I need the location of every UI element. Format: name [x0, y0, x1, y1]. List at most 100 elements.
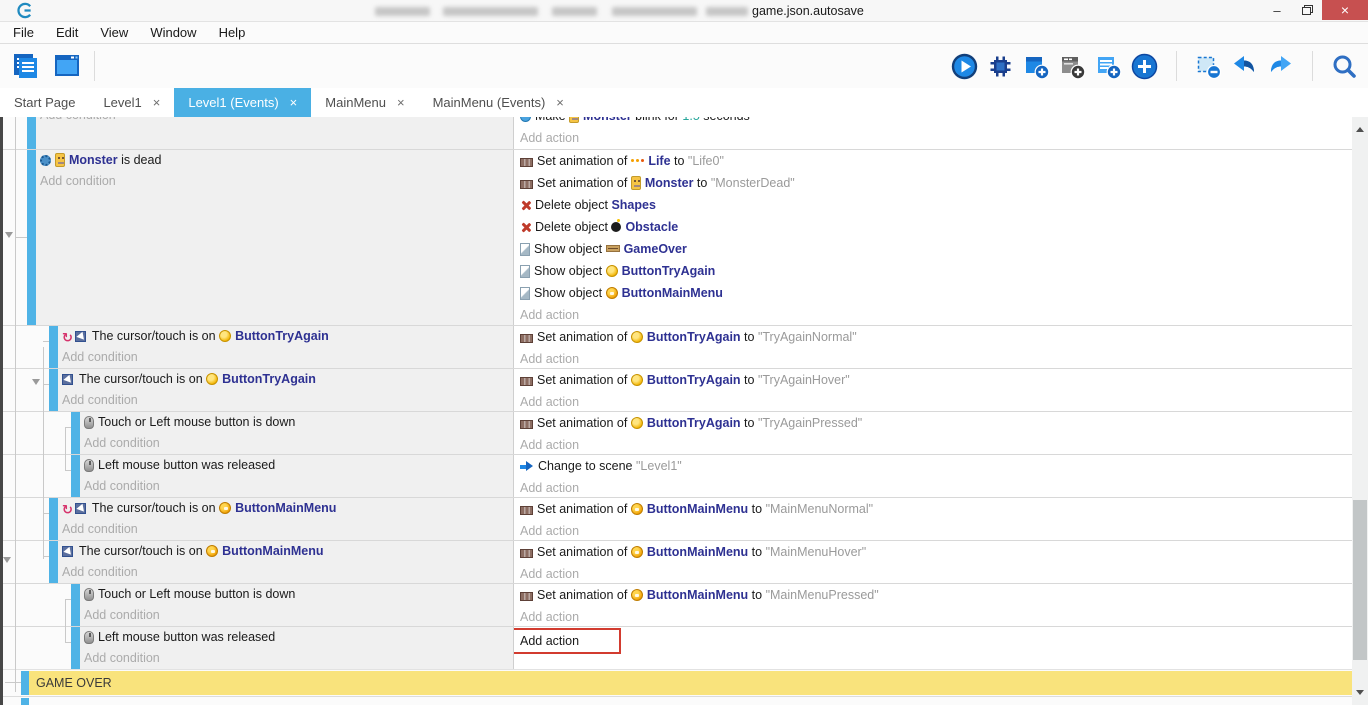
animation-icon — [520, 506, 533, 515]
add-condition-button[interactable]: Add condition — [84, 433, 513, 454]
actions-cell: Set animation of ButtonTryAgain to "TryA… — [514, 369, 1352, 411]
add-condition-button[interactable]: Add condition — [84, 476, 513, 497]
condition-row[interactable]: Touch or Left mouse button is down — [84, 584, 513, 605]
add-action-button[interactable]: Add action — [520, 563, 1352, 583]
add-action-button[interactable]: Add action — [520, 348, 1352, 368]
tab-level1[interactable]: Level1 × — [89, 88, 174, 117]
action-row[interactable]: Set animation of Monster to "MonsterDead… — [520, 172, 1352, 194]
tab-mainmenu-events[interactable]: MainMenu (Events) × — [419, 88, 578, 117]
string-literal: "TryAgainHover" — [758, 373, 850, 387]
condition-row[interactable]: The cursor/touch is on ButtonMainMenu — [62, 541, 513, 562]
object-name: Obstacle — [625, 220, 678, 234]
undo-icon[interactable] — [1231, 53, 1258, 80]
add-action-button[interactable]: Add action — [520, 520, 1352, 540]
text: Show object — [534, 242, 606, 256]
text: The cursor/touch is on — [92, 329, 219, 343]
condition-row[interactable]: Left mouse button was released — [84, 627, 513, 648]
toolbar-separator — [1176, 51, 1177, 81]
add-condition-button[interactable]: Add condition — [62, 562, 513, 583]
add-action-button[interactable]: Add action — [520, 606, 1352, 626]
comment-row[interactable]: GAME OVER — [3, 669, 1352, 696]
title-bar: game.json.autosave – × — [0, 0, 1368, 22]
condition-row[interactable]: Monster is dead — [40, 150, 513, 171]
event-row: Monster is deadAdd condition Set animatio… — [3, 149, 1352, 325]
action-row[interactable]: Set animation of ButtonMainMenu to "Main… — [520, 584, 1352, 606]
action-row[interactable]: Set animation of ButtonTryAgain to "TryA… — [520, 326, 1352, 348]
minimize-button[interactable]: – — [1262, 0, 1292, 20]
conditions-cell: Left mouse button was releasedAdd condit… — [3, 455, 514, 497]
scrollbar-thumb[interactable] — [1353, 500, 1367, 660]
add-action-button[interactable]: Add action — [520, 477, 1352, 497]
action-row[interactable]: Set animation of ButtonMainMenu to "Main… — [520, 498, 1352, 520]
obscured-title-segment — [706, 7, 748, 16]
action-row[interactable]: Set animation of Life to "Life0" — [520, 150, 1352, 172]
obscured-title-segment — [443, 7, 538, 16]
add-condition-button[interactable]: Add condition — [84, 605, 513, 626]
search-icon[interactable] — [1331, 53, 1358, 80]
scroll-down-arrow-icon[interactable] — [1356, 690, 1364, 699]
add-comment-icon[interactable] — [1095, 53, 1122, 80]
conditions-cell: Left mouse button was releasedAdd condit… — [3, 627, 514, 669]
action-row[interactable]: Show object ButtonTryAgain — [520, 260, 1352, 282]
event-row: The cursor/touch is on ButtonTryAgainAdd… — [3, 368, 1352, 411]
condition-row[interactable]: ↻The cursor/touch is on ButtonMainMenu — [62, 498, 513, 519]
add-action-button-highlighted[interactable]: Add action — [514, 628, 621, 654]
menu-window[interactable]: Window — [139, 25, 207, 40]
add-condition-button[interactable]: Add condition — [40, 171, 513, 192]
menu-edit[interactable]: Edit — [45, 25, 89, 40]
action-row[interactable]: Change to scene "Level1" — [520, 455, 1352, 477]
tab-mainmenu[interactable]: MainMenu × — [311, 88, 418, 117]
add-other-event-icon[interactable] — [1131, 53, 1158, 80]
object-name: Life — [648, 154, 670, 168]
action-row[interactable]: Delete object Obstacle — [520, 216, 1352, 238]
close-icon[interactable]: × — [290, 95, 298, 110]
add-condition-button[interactable]: Add condition — [62, 519, 513, 540]
maximize-restore-button[interactable] — [1292, 0, 1322, 20]
event-row: Add condition Make Monster blink for 1.5 … — [3, 117, 1352, 149]
add-action-button[interactable]: Add action — [520, 391, 1352, 411]
project-manager-icon[interactable] — [10, 51, 40, 81]
object-name: ButtonMainMenu — [622, 286, 723, 300]
action-row[interactable]: Show object GameOver — [520, 238, 1352, 260]
preview-play-icon[interactable] — [951, 53, 978, 80]
close-icon[interactable]: × — [153, 95, 161, 110]
delete-event-icon[interactable] — [1195, 53, 1222, 80]
obscured-title-segment — [612, 7, 697, 16]
condition-row[interactable]: Touch or Left mouse button is down — [84, 412, 513, 433]
add-condition-button[interactable]: Add condition — [40, 117, 513, 126]
add-condition-button[interactable]: Add condition — [62, 390, 513, 411]
vertical-scrollbar[interactable] — [1352, 117, 1368, 705]
redo-icon[interactable] — [1267, 53, 1294, 80]
add-action-button[interactable]: Add action — [520, 434, 1352, 454]
menu-file[interactable]: File — [2, 25, 45, 40]
start-page-icon[interactable] — [52, 51, 82, 81]
condition-row[interactable]: The cursor/touch is on ButtonTryAgain — [62, 369, 513, 390]
events-rows: Add condition Make Monster blink for 1.5 … — [3, 117, 1352, 705]
action-row[interactable]: Set animation of ButtonMainMenu to "Main… — [520, 541, 1352, 563]
debugger-icon[interactable] — [987, 53, 1014, 80]
add-condition-button[interactable]: Add condition — [84, 648, 513, 669]
action-row[interactable]: Make Monster blink for 1.5 seconds — [520, 117, 1352, 127]
close-icon[interactable]: × — [397, 95, 405, 110]
condition-row[interactable]: ↻The cursor/touch is on ButtonTryAgain — [62, 326, 513, 347]
event-row: The cursor/touch is on ButtonMainMenuAdd… — [3, 540, 1352, 583]
add-subevent-icon[interactable] — [1059, 53, 1086, 80]
delete-icon — [520, 222, 531, 233]
close-button[interactable]: × — [1322, 0, 1368, 20]
add-condition-button[interactable]: Add condition — [62, 347, 513, 368]
menu-help[interactable]: Help — [208, 25, 257, 40]
tab-level1-events[interactable]: Level1 (Events) × — [174, 88, 311, 117]
condition-row[interactable]: Left mouse button was released — [84, 455, 513, 476]
action-row[interactable]: Set animation of ButtonTryAgain to "TryA… — [520, 412, 1352, 434]
close-icon[interactable]: × — [556, 95, 564, 110]
tab-start-page[interactable]: Start Page — [0, 88, 89, 117]
menu-view[interactable]: View — [89, 25, 139, 40]
action-row[interactable]: Set animation of ButtonTryAgain to "TryA… — [520, 369, 1352, 391]
add-action-button[interactable]: Add action — [520, 304, 1352, 325]
scroll-up-arrow-icon[interactable] — [1356, 123, 1364, 132]
action-row[interactable]: Show object ButtonMainMenu — [520, 282, 1352, 304]
action-row[interactable]: Delete object Shapes — [520, 194, 1352, 216]
object-name: ButtonMainMenu — [235, 501, 336, 515]
add-event-icon[interactable] — [1023, 53, 1050, 80]
add-action-button[interactable]: Add action — [520, 127, 1352, 149]
